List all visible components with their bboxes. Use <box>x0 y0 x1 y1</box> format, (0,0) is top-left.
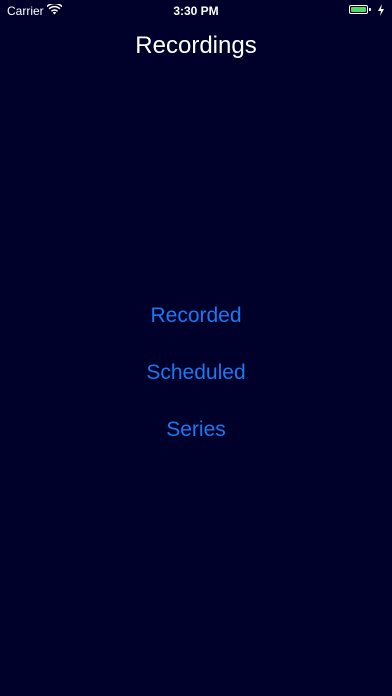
status-bar: Carrier 3:30 PM <box>0 0 392 22</box>
page-title: Recordings <box>135 32 257 59</box>
recorded-button[interactable]: Recorded <box>0 302 392 330</box>
battery-cap <box>369 8 371 11</box>
series-button[interactable]: Series <box>0 416 392 444</box>
status-time: 3:30 PM <box>173 4 219 18</box>
battery-level <box>351 7 366 12</box>
charging-bolt-icon <box>378 4 384 16</box>
battery-icon <box>349 5 368 14</box>
scheduled-button[interactable]: Scheduled <box>0 359 392 387</box>
